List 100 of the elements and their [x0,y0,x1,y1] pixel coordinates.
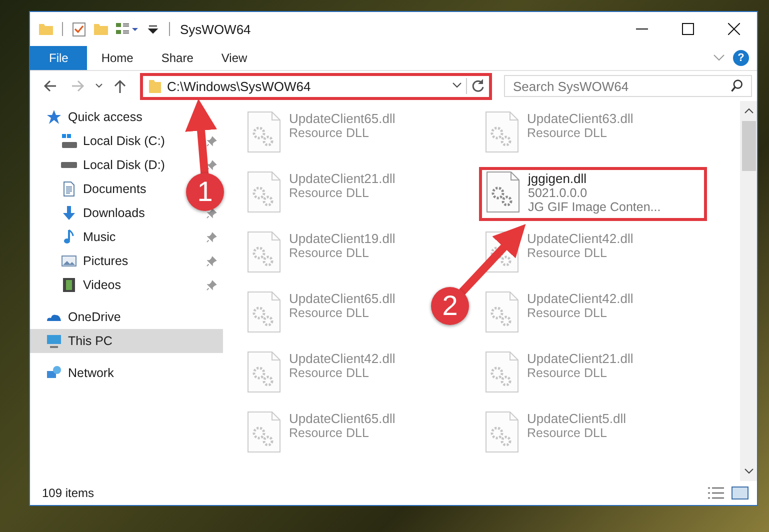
nav-item[interactable]: Local Disk (C:) [30,129,171,153]
file-detail: Resource DLL [527,306,608,320]
checklist-icon [71,21,87,37]
chevron-down-icon[interactable] [94,82,104,90]
picture-icon [61,253,77,269]
address-bar[interactable]: C:\Windows\SysWOW64 [140,72,492,100]
new-folder-icon [93,21,109,37]
file-detail: Resource DLL [289,366,370,380]
file-detail: JG GIF Image Conten... [528,200,661,214]
gear-file-icon [486,171,520,213]
pin-icon[interactable] [206,136,217,146]
nav-item[interactable]: This PC [30,329,223,353]
file-item[interactable]: UpdateClient5.dll Resource DLL [481,407,630,461]
pin-icon[interactable] [206,232,217,242]
help-button[interactable]: ? [733,50,749,66]
arrow [459,224,526,295]
close-icon [728,23,740,35]
drive-icon [61,162,77,168]
scroll-down-icon[interactable] [744,467,754,475]
scroll-up-icon[interactable] [744,107,754,115]
file-detail: Resource DLL [289,126,370,140]
gear-file-icon [485,411,519,453]
monitor-icon [46,333,62,349]
file-item[interactable]: UpdateClient42.dll Resource DLL [481,227,638,281]
pin-icon[interactable] [206,208,217,218]
nav-item[interactable]: Downloads [30,201,151,225]
film-icon [61,277,77,293]
file-item[interactable]: UpdateClient65.dll Resource DLL [243,287,400,341]
file-name: UpdateClient19.dll [289,231,396,246]
nav-item[interactable]: Documents [30,177,152,201]
maximize-icon [682,23,694,35]
search-icon [730,79,744,93]
file-name: UpdateClient42.dll [289,351,396,366]
file-item[interactable]: jggigen.dll 5021.0.0.0 JG GIF Image Conten... [479,167,707,221]
file-name: UpdateClient65.dll [289,111,396,126]
document-icon [61,181,77,197]
scrollbar[interactable] [740,101,757,481]
gear-file-icon [485,351,519,393]
file-detail: Resource DLL [289,246,370,260]
nav-item[interactable]: Network [30,361,120,385]
large-icons-view-icon[interactable] [731,486,749,500]
gear-file-icon [247,291,281,333]
file-name: UpdateClient42.dll [527,291,634,306]
file-name: UpdateClient21.dll [527,351,634,366]
search-field[interactable]: Search SysWOW64 [504,75,752,97]
gear-file-icon [247,411,281,453]
file-item[interactable]: UpdateClient65.dll Resource DLL [243,107,400,161]
file-name: UpdateClient63.dll [527,111,634,126]
window-title: SysWOW64 [180,22,251,36]
file-item[interactable]: UpdateClient63.dll Resource DLL [481,107,638,161]
file-detail: Resource DLL [527,366,608,380]
file-detail: Resource DLL [289,426,370,440]
nav-item[interactable]: Music [30,225,122,249]
scroll-thumb[interactable] [742,121,756,171]
up-arrow-icon[interactable] [112,78,128,94]
gear-file-icon [485,231,519,273]
file-detail: 5021.0.0.0 [528,186,588,200]
file-item[interactable]: UpdateClient65.dll Resource DLL [243,407,400,461]
file-item[interactable]: UpdateClient42.dll Resource DLL [243,347,400,401]
file-item[interactable]: UpdateClient42.dll Resource DLL [481,287,638,341]
folder-icon [38,21,54,37]
gear-file-icon [485,111,519,153]
back-arrow-icon[interactable] [42,78,58,94]
minimize-icon [636,28,648,30]
pin-icon[interactable] [206,280,217,290]
nav-item[interactable]: Videos [30,273,127,297]
pin-icon[interactable] [206,160,217,170]
file-name: UpdateClient42.dll [527,231,634,246]
pin-icon[interactable] [206,256,217,266]
file-detail: Resource DLL [527,246,608,260]
file-detail: Resource DLL [527,126,608,140]
ribbon-tab[interactable]: Home [87,46,148,70]
star-icon [46,109,62,125]
gear-file-icon [247,111,281,153]
file-name: UpdateClient5.dll [527,411,626,426]
details-view-icon[interactable] [115,21,139,37]
file-name: jggigen.dll [528,171,588,186]
file-name: UpdateClient21.dll [289,171,396,186]
file-item[interactable]: UpdateClient21.dll Resource DLL [243,167,400,221]
ribbon-tab[interactable]: Share [147,46,208,70]
file-detail: Resource DLL [527,426,608,440]
item-count: 109 items [42,486,94,500]
file-detail: Resource DLL [289,186,370,200]
file-item[interactable]: UpdateClient21.dll Resource DLL [481,347,638,401]
nav-item[interactable]: Quick access [30,105,148,129]
details-view-icon[interactable] [707,486,725,500]
gear-file-icon [247,231,281,273]
folder-icon [147,78,163,94]
network-icon [46,365,62,381]
gear-file-icon [247,171,281,213]
chevron-down-icon[interactable] [452,82,462,90]
nav-item[interactable]: Local Disk (D:) [30,153,171,177]
nav-item[interactable]: OneDrive [30,305,127,329]
ribbon-tab[interactable]: File [30,46,88,70]
file-name: UpdateClient65.dll [289,291,396,306]
drive-icon [61,133,77,149]
file-item[interactable]: UpdateClient19.dll Resource DLL [243,227,400,281]
nav-item[interactable]: Pictures [30,249,134,273]
gear-file-icon [485,291,519,333]
ribbon-tab[interactable]: View [207,46,262,70]
